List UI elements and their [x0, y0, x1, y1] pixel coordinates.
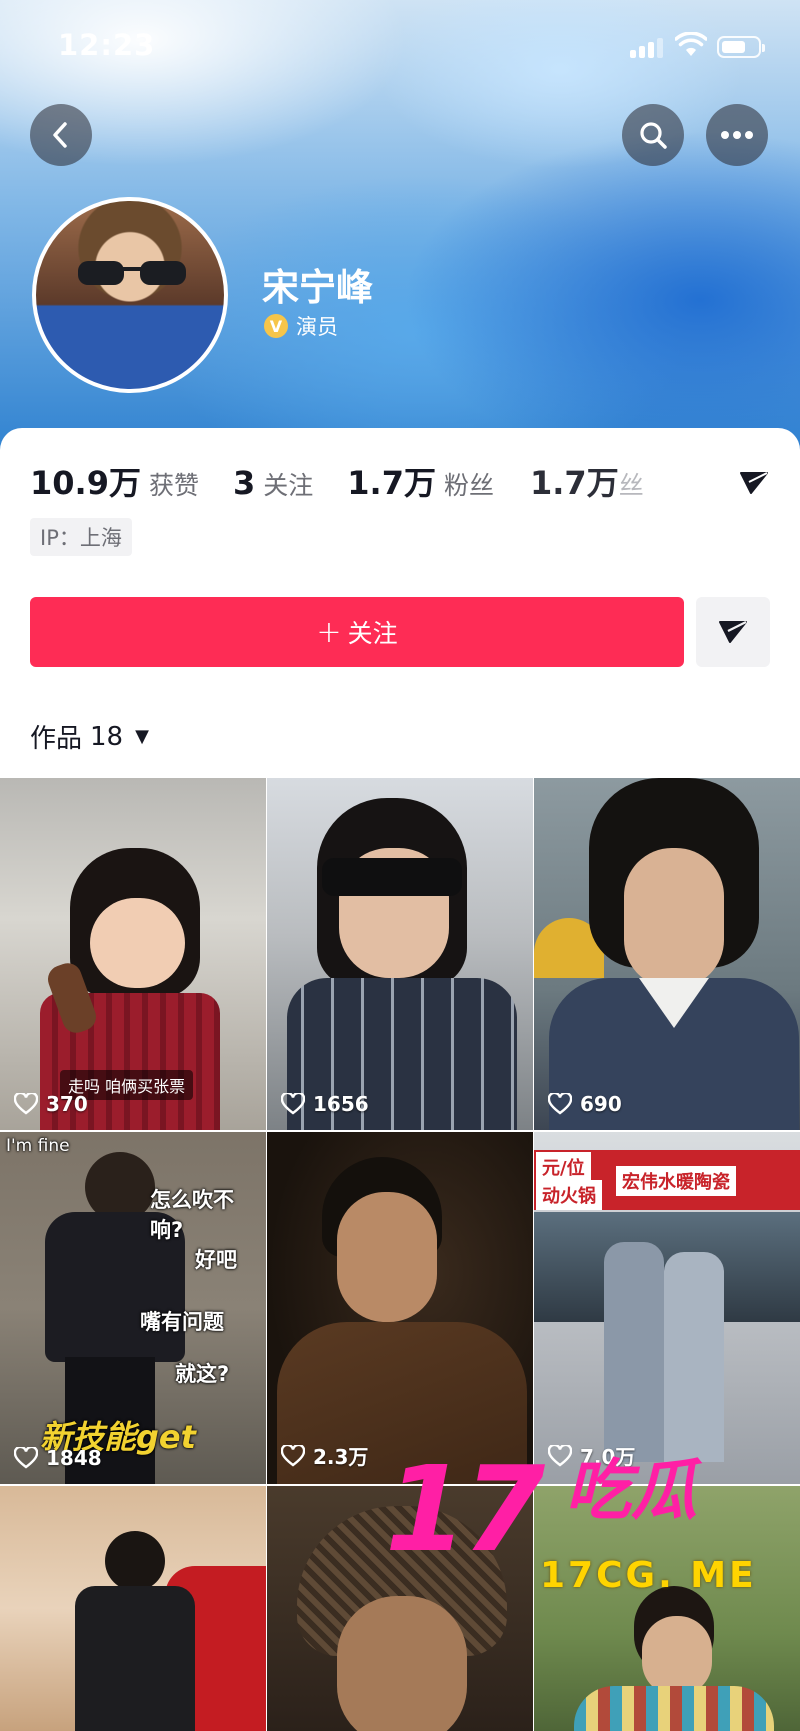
video-like-count: 370 — [14, 1092, 88, 1116]
video-like-count: 2.3万 — [281, 1441, 368, 1470]
storefront-sign: 元/位 — [536, 1152, 591, 1182]
video-like-value: 370 — [46, 1092, 88, 1116]
heart-icon — [281, 1444, 305, 1467]
stat-ghost-label: 丝 — [618, 471, 644, 500]
stat-likes-value: 10.9万 — [30, 464, 141, 502]
video-like-count: 1656 — [281, 1092, 369, 1116]
stat-followers-label: 粉丝 — [443, 471, 494, 500]
watermark-logo: 17 吃瓜 17CG. ME — [385, 1450, 785, 1600]
battery-icon — [717, 36, 765, 58]
tab-works[interactable]: 作品 18 ▼ — [30, 718, 149, 755]
status-time: 12:23 — [58, 28, 156, 62]
storefront-sign: 动火锅 — [536, 1180, 602, 1210]
avatar[interactable] — [32, 197, 228, 393]
follow-button[interactable]: + 关注 — [30, 597, 684, 667]
video-overlay-text: I'm fine — [6, 1136, 70, 1156]
heart-icon — [548, 1093, 572, 1115]
watermark-brand: 吃瓜 — [565, 1452, 697, 1529]
stat-following-value: 3 — [232, 464, 256, 502]
stat-likes-label: 获赞 — [148, 471, 199, 500]
stat-followers[interactable]: 1.7万 粉丝 — [347, 458, 494, 504]
watermark-number: 17 — [385, 1440, 545, 1578]
video-like-value: 1848 — [46, 1446, 102, 1470]
stat-followers-value: 1.7万 — [347, 464, 436, 502]
works-tab-count: 18 — [90, 721, 124, 752]
verified-badge: V 演员 — [264, 311, 338, 341]
video-tile[interactable]: 元/位 动火锅 宏伟水暖陶瓷 7.0万 — [534, 1132, 800, 1484]
more-dots-icon — [721, 131, 753, 139]
video-like-value: 2.3万 — [313, 1445, 369, 1469]
caret-down-icon: ▼ — [135, 726, 149, 747]
video-like-value: 1656 — [313, 1092, 369, 1116]
ip-location-tag: IP：上海 — [30, 518, 132, 556]
signal-icon — [630, 36, 666, 58]
avatar-sunglasses — [78, 261, 186, 285]
works-tab-label: 作品 — [30, 724, 83, 754]
video-tile[interactable]: 690 — [534, 778, 800, 1130]
verified-v-icon: V — [264, 314, 288, 338]
video-overlay-text: 嘴有问题 — [140, 1310, 224, 1334]
stat-ghost-value: 1.7万 — [530, 464, 619, 502]
more-button[interactable] — [706, 104, 768, 166]
watermark-url: 17CG. ME — [540, 1555, 757, 1596]
heart-icon — [14, 1447, 38, 1469]
heart-icon — [14, 1093, 38, 1115]
back-button[interactable] — [30, 104, 92, 166]
share-button[interactable] — [696, 597, 770, 667]
video-overlay-text: 好吧 — [195, 1248, 237, 1272]
video-like-value: 690 — [580, 1092, 622, 1116]
search-button[interactable] — [622, 104, 684, 166]
back-arrow-icon — [53, 122, 67, 148]
video-like-count: 1848 — [14, 1446, 102, 1470]
follow-button-label: 关注 — [347, 619, 398, 648]
share-arrow-icon — [740, 472, 768, 494]
video-tile[interactable] — [0, 1486, 266, 1731]
heart-icon — [281, 1093, 305, 1115]
status-bar: 12:23 — [0, 0, 800, 96]
profile-name: 宋宁峰 — [262, 266, 373, 309]
stat-following[interactable]: 3 关注 — [233, 464, 313, 502]
video-tile[interactable]: 走吗 咱俩买张票 370 — [0, 778, 266, 1130]
video-tile[interactable]: I'm fine 怎么吹不响? 好吧 嘴有问题 就这? 新技能get 1848 — [0, 1132, 266, 1484]
stat-ghost-duplicate: 1.7万丝 — [530, 458, 644, 504]
video-like-count: 690 — [548, 1092, 622, 1116]
search-icon — [640, 122, 667, 149]
share-arrow-icon — [719, 621, 747, 643]
stat-following-label: 关注 — [263, 471, 314, 500]
wifi-icon — [675, 32, 707, 56]
share-mini-button[interactable] — [722, 458, 786, 508]
battery-fill — [722, 41, 745, 53]
verified-label: 演员 — [296, 315, 338, 339]
stat-likes: 10.9万 获赞 — [30, 458, 199, 504]
profile-stats: 10.9万 获赞 3 关注 1.7万 粉丝 — [30, 458, 528, 504]
storefront-sign: 宏伟水暖陶瓷 — [616, 1166, 736, 1196]
follow-plus-icon: + — [316, 614, 342, 650]
video-tile[interactable]: 1656 — [267, 778, 533, 1130]
video-overlay-text: 怎么吹不响? — [150, 1188, 234, 1242]
video-overlay-text: 就这? — [175, 1362, 230, 1386]
video-tile[interactable]: 2.3万 — [267, 1132, 533, 1484]
